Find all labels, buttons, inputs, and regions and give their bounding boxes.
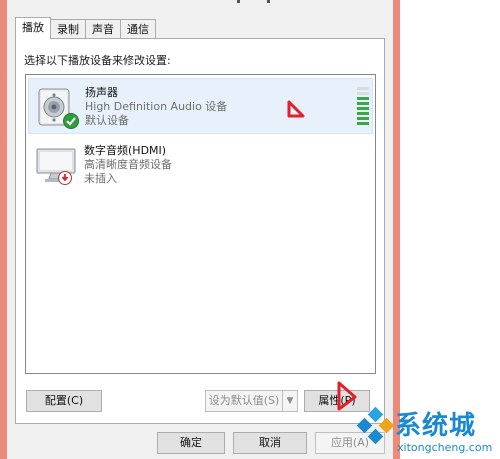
- device-description: 高清晰度音频设备: [84, 158, 172, 171]
- cancel-button[interactable]: 取消: [233, 432, 307, 454]
- device-text: 扬声器 High Definition Audio 设备 默认设备: [85, 86, 227, 128]
- tab-recording[interactable]: 录制: [50, 19, 86, 38]
- tab-playback[interactable]: 播放: [15, 17, 51, 39]
- sound-dialog: 播放 录制 声音 通信 选择以下播放设备来修改设置: 扬声器 High Defi…: [7, 0, 393, 459]
- device-status: 未插入: [84, 172, 117, 185]
- tab-communications[interactable]: 通信: [120, 19, 156, 38]
- device-text: 数字音频(HDMI) 高清晰度音频设备 未插入: [84, 144, 172, 186]
- site-watermark: 系统城 xitongcheng.com: [355, 403, 500, 459]
- device-description: High Definition Audio 设备: [85, 100, 228, 113]
- default-check-icon: [63, 113, 79, 129]
- level-segment: [357, 122, 369, 125]
- level-segment: [357, 92, 369, 95]
- device-name: 数字音频(HDMI): [84, 144, 167, 157]
- instruction-text: 选择以下播放设备来修改设置:: [24, 54, 171, 67]
- ok-button[interactable]: 确定: [157, 432, 225, 454]
- configure-button[interactable]: 配置(C): [26, 390, 102, 412]
- level-segment: [357, 87, 369, 90]
- window-frame-left: [0, 0, 7, 459]
- tab-sounds[interactable]: 声音: [85, 19, 121, 38]
- set-default-button: 设为默认值(S): [205, 390, 283, 412]
- logo-name: 系统城: [395, 411, 477, 441]
- device-item-hdmi[interactable]: 数字音频(HDMI) 高清晰度音频设备 未插入: [28, 137, 373, 193]
- level-segment: [357, 107, 369, 110]
- annotation-marker-1: [287, 100, 305, 118]
- unplugged-icon: [58, 171, 72, 185]
- device-status: 默认设备: [85, 114, 129, 127]
- set-default-dropdown-arrow: ▼: [282, 390, 298, 412]
- title-bar-remnant: [237, 0, 270, 3]
- logo-icon: [356, 407, 395, 445]
- level-segment: [357, 117, 369, 120]
- device-list[interactable]: 扬声器 High Definition Audio 设备 默认设备 数字音频(H…: [25, 74, 376, 374]
- level-segment: [357, 112, 369, 115]
- level-segment: [357, 102, 369, 105]
- window-frame-right: [393, 0, 400, 459]
- volume-level-meter: [357, 87, 369, 127]
- device-item-speakers[interactable]: 扬声器 High Definition Audio 设备 默认设备: [28, 78, 373, 134]
- level-segment: [357, 97, 369, 100]
- logo-url: xitongcheng.com: [397, 441, 493, 454]
- device-name: 扬声器: [85, 86, 118, 99]
- tab-bar: 播放 录制 声音 通信: [15, 17, 156, 39]
